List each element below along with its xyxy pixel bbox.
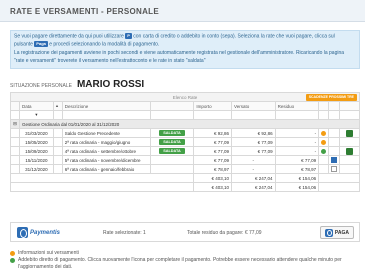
row-date: 15/11/2020 xyxy=(18,155,54,165)
subtotal-paid: € 247,04 xyxy=(231,173,276,183)
table-row: 15/09/2020 4ª rata ordinaria - settembre… xyxy=(10,146,360,156)
table-row: 15/11/2020 5ª rata ordinaria - novembre/… xyxy=(10,155,360,165)
personal-situation: SITUAZIONE PERSONALE MARIO ROSSI xyxy=(10,79,144,90)
paymentis-logo: Paymentis xyxy=(17,227,60,238)
row-date: 31/12/2020 xyxy=(18,164,54,174)
status-badge: SALDATA xyxy=(159,148,185,154)
situation-label: SITUAZIONE PERSONALE xyxy=(10,83,72,89)
row-date: 15/09/2020 xyxy=(18,146,54,156)
select-checkbox[interactable] xyxy=(331,157,338,163)
table-row: 31/12/2020 6ª rata ordinaria - gennaio/f… xyxy=(10,164,360,174)
row-residual: € 77,09 xyxy=(274,155,320,165)
note-item: Addebito diretto di pagamento. Clicca nu… xyxy=(10,257,360,271)
row-residual: - xyxy=(274,137,320,147)
pay-button[interactable]: PAGA xyxy=(319,226,354,239)
row-paid: - xyxy=(231,164,276,174)
info-box: Se vuoi pagare direttamente da qui puoi … xyxy=(10,30,360,69)
info-dot-icon xyxy=(10,258,15,263)
total-to-pay: Totale residuo da pagare: € 77,09 xyxy=(187,230,262,236)
row-description: Saldo Gestione Precedente xyxy=(61,128,151,138)
table-row: 15/05/2020 2ª rata ordinaria - maggio/gi… xyxy=(10,137,360,147)
paymentis-logo-icon: P xyxy=(125,33,132,39)
row-description: 5ª rata ordinaria - novembre/dicembre xyxy=(61,155,151,165)
group-row[interactable]: ⊟ Gestione Ordinaria dal 01/01/2020 al 3… xyxy=(10,119,361,129)
payment-bar: Paymentis Rate selezionate: 1 Totale res… xyxy=(10,222,360,242)
column-amount[interactable]: Importo xyxy=(193,101,233,111)
paymentis-logo-icon xyxy=(17,227,28,238)
total-residual: € 154,06 xyxy=(274,182,320,192)
row-description: 4ª rata ordinaria - settembre/ottobre xyxy=(61,146,151,156)
row-residual: - xyxy=(274,128,320,138)
description-filter[interactable] xyxy=(61,110,151,120)
table-caption: Elenco Rate xyxy=(172,94,198,100)
row-description: 2ª rata ordinaria - maggio/giugno xyxy=(61,137,151,147)
row-amount: € 92,86 xyxy=(193,128,233,138)
title-bar: RATE E VERSAMENTI - PERSONALE xyxy=(0,0,365,22)
pay-pill-icon: Paga xyxy=(34,41,48,48)
group-label: Gestione Ordinaria dal 01/01/2020 al 31/… xyxy=(18,119,361,129)
row-amount: € 77,09 xyxy=(193,155,233,165)
subtotal-residual: € 154,06 xyxy=(274,173,320,183)
table-row: 31/03/2020 Saldo Gestione Precedente SAL… xyxy=(10,128,360,138)
column-paid[interactable]: Versato xyxy=(231,101,276,111)
installments-table: Elenco Rate SCADENZE PROSSIMI TRE Data ▴… xyxy=(9,92,361,192)
row-amount: € 77,09 xyxy=(193,137,233,147)
filter-row: ▾ xyxy=(10,110,360,120)
paymentis-logo-icon xyxy=(324,228,333,237)
row-amount: € 77,09 xyxy=(193,146,233,156)
info-line-3: La registrazione dei pagamenti avviene i… xyxy=(14,49,345,56)
info-line-2: pulsante Paga e procedi selezionando la … xyxy=(14,41,160,48)
row-residual: € 78,97 xyxy=(274,164,320,174)
table-caption-row: Elenco Rate SCADENZE PROSSIMI TRE xyxy=(10,92,360,102)
info-dot-icon xyxy=(10,251,15,256)
total-paid: € 247,04 xyxy=(231,182,276,192)
total-row: € 403,10 € 247,04 € 154,06 xyxy=(9,182,360,192)
subtotal-amount: € 403,10 xyxy=(193,173,233,183)
row-description: 6ª rata ordinaria - gennaio/febbraio xyxy=(61,164,151,174)
status-dot-icon xyxy=(321,139,327,145)
row-date: 31/03/2020 xyxy=(18,128,54,138)
status-dot-icon xyxy=(321,148,327,154)
row-date: 15/05/2020 xyxy=(18,137,54,147)
row-residual: - xyxy=(274,146,320,156)
date-filter-dropdown[interactable]: ▾ xyxy=(18,110,54,120)
row-paid: € 77,09 xyxy=(231,137,276,147)
row-paid: € 77,09 xyxy=(231,146,276,156)
collapse-icon[interactable]: ⊟ xyxy=(10,119,20,129)
status-dot-icon xyxy=(321,130,327,136)
status-badge: SALDATA xyxy=(159,130,185,136)
row-amount: € 78,97 xyxy=(193,164,233,174)
column-residual[interactable]: Residuo xyxy=(274,101,320,111)
note-item: Informazioni sui versamenti xyxy=(10,250,360,257)
info-line-1: Se vuoi pagare direttamente da qui puoi … xyxy=(14,33,335,40)
info-line-4: "rate e versamenti" troverete il versame… xyxy=(14,57,206,64)
next-due-button[interactable]: SCADENZE PROSSIMI TRE xyxy=(305,94,357,101)
selected-installments: Rate selezionate: 1 xyxy=(103,230,146,236)
sort-icon[interactable]: ▴ xyxy=(52,101,63,111)
subtotal-row: € 403,10 € 247,04 € 154,06 xyxy=(9,173,360,183)
payment-receipt-icon[interactable] xyxy=(346,147,354,155)
owner-name: MARIO ROSSI xyxy=(76,79,145,90)
payment-receipt-icon[interactable] xyxy=(346,129,354,137)
row-paid: € 92,86 xyxy=(231,128,276,138)
notes: Informazioni sui versamenti Addebito dir… xyxy=(10,250,360,271)
column-date[interactable]: Data xyxy=(18,101,54,111)
status-badge: SALDATA xyxy=(159,139,185,145)
row-paid: - xyxy=(231,155,276,165)
page-title: RATE E VERSAMENTI - PERSONALE xyxy=(10,7,160,16)
table-header-row: Data ▴ Descrizione Importo Versato Resid… xyxy=(10,101,360,111)
select-checkbox[interactable] xyxy=(331,166,338,172)
column-description[interactable]: Descrizione xyxy=(61,101,151,111)
logo-text: Paymentis xyxy=(30,229,61,236)
total-amount: € 403,10 xyxy=(193,182,233,192)
